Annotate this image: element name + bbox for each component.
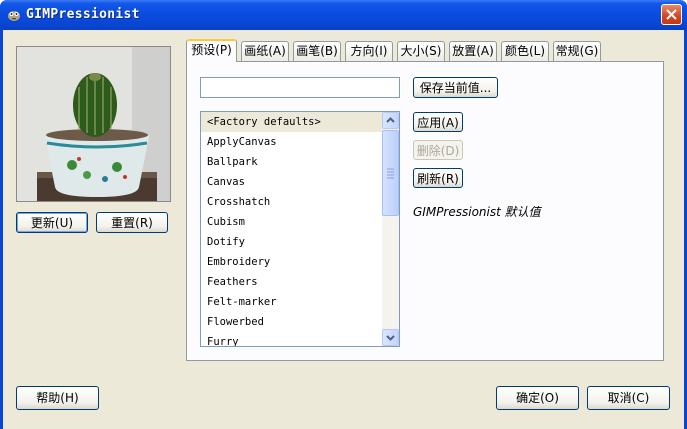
- list-item[interactable]: Embroidery: [201, 252, 399, 272]
- chevron-up-icon: [386, 117, 395, 123]
- tab-presets[interactable]: 预设(P): [186, 39, 237, 62]
- tab-general[interactable]: 常规(G): [553, 41, 601, 61]
- list-item[interactable]: Feathers: [201, 272, 399, 292]
- refresh-button[interactable]: 刷新(R): [413, 168, 463, 188]
- tab-size[interactable]: 大小(S): [397, 41, 445, 61]
- tab-color[interactable]: 颜色(L): [501, 41, 549, 61]
- update-button[interactable]: 更新(U): [16, 212, 88, 233]
- scroll-thumb[interactable]: [382, 130, 399, 216]
- ok-button[interactable]: 确定(O): [496, 386, 579, 410]
- list-item[interactable]: Canvas: [201, 172, 399, 192]
- list-item[interactable]: Dotify: [201, 232, 399, 252]
- list-item[interactable]: Cubism: [201, 212, 399, 232]
- save-current-button[interactable]: 保存当前值...: [413, 77, 498, 98]
- tab-paper[interactable]: 画纸(A): [241, 41, 289, 61]
- preview-image: [16, 46, 171, 202]
- window-title: GIMPressionist: [26, 7, 140, 22]
- list-item[interactable]: ApplyCanvas: [201, 132, 399, 152]
- list-scrollbar[interactable]: [382, 112, 399, 346]
- list-item[interactable]: <Factory defaults>: [201, 112, 399, 132]
- tab-brush[interactable]: 画笔(B): [293, 41, 341, 61]
- list-item[interactable]: Felt-marker: [201, 292, 399, 312]
- list-item[interactable]: Furry: [201, 332, 399, 346]
- scroll-down-button[interactable]: [382, 329, 399, 346]
- dialog-window: GIMPressionist 更新(U) 重置(R) 预设(P) 画纸(A) 画…: [0, 0, 687, 429]
- gimp-icon: [8, 11, 20, 21]
- preset-name-input[interactable]: [200, 77, 400, 98]
- preset-list[interactable]: <Factory defaults> ApplyCanvas Ballpark …: [200, 111, 400, 347]
- close-icon: [666, 9, 677, 20]
- help-button[interactable]: 帮助(H): [16, 386, 99, 410]
- tab-orientation[interactable]: 方向(I): [345, 41, 393, 61]
- preset-status-label: GIMPressionist 默认值: [413, 205, 541, 219]
- tab-placement[interactable]: 放置(A): [449, 41, 497, 61]
- cancel-button[interactable]: 取消(C): [587, 386, 670, 410]
- close-button[interactable]: [661, 4, 682, 25]
- cactus-picture: [17, 47, 170, 201]
- list-item[interactable]: Crosshatch: [201, 192, 399, 212]
- chevron-down-icon: [386, 335, 395, 341]
- grip-icon: [387, 168, 394, 179]
- list-item[interactable]: Flowerbed: [201, 312, 399, 332]
- delete-button[interactable]: 删除(D): [413, 140, 463, 160]
- dialog-body: 更新(U) 重置(R) 预设(P) 画纸(A) 画笔(B) 方向(I) 大小(S…: [3, 30, 684, 429]
- list-item[interactable]: Ballpark: [201, 152, 399, 172]
- reset-button[interactable]: 重置(R): [96, 212, 168, 233]
- title-bar[interactable]: GIMPressionist: [0, 0, 687, 30]
- scroll-up-button[interactable]: [382, 112, 399, 129]
- apply-button[interactable]: 应用(A): [413, 112, 463, 132]
